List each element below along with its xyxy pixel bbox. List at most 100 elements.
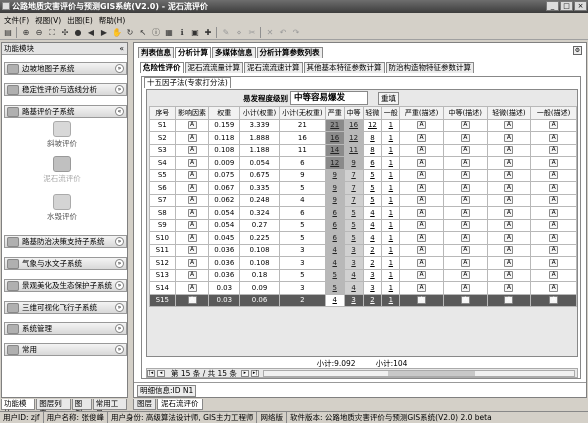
detail-cell[interactable]: A <box>399 268 444 282</box>
detail-cell[interactable]: A <box>174 168 210 182</box>
value-cell[interactable]: 0.062 <box>208 193 241 207</box>
detail-cell[interactable]: A <box>530 268 577 282</box>
value-cell[interactable]: 3 <box>278 243 326 257</box>
detail-icon[interactable]: A <box>417 196 427 205</box>
value-cell[interactable]: 21 <box>324 118 345 132</box>
detail-cell[interactable]: A <box>174 181 210 195</box>
detail-icon[interactable]: A <box>549 271 559 280</box>
value-cell[interactable]: 3 <box>278 256 326 270</box>
detail-icon[interactable]: A <box>187 296 197 305</box>
column-header[interactable]: 一般 <box>381 106 401 120</box>
detail-cell[interactable]: A <box>399 118 444 132</box>
detail-icon[interactable]: A <box>549 146 559 155</box>
detail-cell[interactable]: A <box>174 218 210 232</box>
detail-icon[interactable]: A <box>187 283 197 292</box>
value-cell[interactable]: 9 <box>324 181 345 195</box>
expand-icon[interactable]: » <box>115 281 124 290</box>
column-header[interactable]: 中等(描述) <box>442 106 488 120</box>
detail-cell[interactable]: A <box>399 156 444 170</box>
value-cell[interactable]: 2 <box>362 256 383 270</box>
prev-page-button[interactable]: ◂ <box>157 369 165 377</box>
detail-cell[interactable]: A <box>399 181 444 195</box>
full-extent-icon[interactable]: ⛶ <box>47 28 57 38</box>
value-cell[interactable]: 5 <box>278 218 326 232</box>
value-cell[interactable]: 6 <box>362 156 383 170</box>
detail-cell[interactable]: A <box>399 293 444 307</box>
value-cell[interactable]: 5 <box>324 268 345 282</box>
value-cell[interactable]: 1 <box>381 243 401 257</box>
detail-cell[interactable]: A <box>486 143 532 157</box>
maximize-button[interactable]: □ <box>560 1 573 11</box>
value-cell[interactable]: 8 <box>362 131 383 145</box>
row-id-cell[interactable]: S8 <box>149 206 176 220</box>
detail-cell[interactable]: A <box>530 118 577 132</box>
value-cell[interactable]: 4 <box>362 206 383 220</box>
detail-icon[interactable]: A <box>549 233 559 242</box>
detail-cell[interactable]: A <box>530 206 577 220</box>
row-id-cell[interactable]: S6 <box>149 181 176 195</box>
value-cell[interactable]: 11 <box>343 143 364 157</box>
detail-icon[interactable]: A <box>460 158 470 167</box>
detail-icon[interactable]: A <box>417 158 427 167</box>
detail-icon[interactable]: A <box>187 258 197 267</box>
value-cell[interactable]: 0.036 <box>208 243 241 257</box>
value-cell[interactable]: 16 <box>343 118 364 132</box>
zoom-out-icon[interactable]: ⊖ <box>34 28 44 38</box>
detail-icon[interactable]: A <box>187 271 197 280</box>
detail-icon[interactable]: A <box>504 221 514 230</box>
value-cell[interactable]: 0.036 <box>208 268 241 282</box>
detail-cell[interactable]: A <box>530 256 577 270</box>
detail-icon[interactable]: A <box>504 183 514 192</box>
value-cell[interactable]: 11 <box>278 143 326 157</box>
detail-cell[interactable]: A <box>399 256 444 270</box>
detail-icon[interactable]: A <box>549 221 559 230</box>
refresh-icon[interactable]: ↻ <box>125 28 135 38</box>
detail-icon[interactable]: A <box>417 221 427 230</box>
detail-icon[interactable]: A <box>549 158 559 167</box>
table-row[interactable]: S9 A 0.054 0.27 5 6 5 4 1 A A A A <box>149 218 577 232</box>
value-cell[interactable]: 16 <box>278 131 326 145</box>
value-cell[interactable]: 5 <box>362 193 383 207</box>
detail-cell[interactable]: A <box>442 131 488 145</box>
value-cell[interactable]: 2 <box>362 293 383 307</box>
detail-cell[interactable]: A <box>486 168 532 182</box>
value-cell[interactable]: 5 <box>362 168 383 182</box>
value-cell[interactable]: 3 <box>362 268 383 282</box>
menu-help[interactable]: 帮助(H) <box>99 15 126 26</box>
open-icon[interactable]: ▤ <box>3 28 13 38</box>
table-row[interactable]: S8 A 0.054 0.324 6 6 5 4 1 A A A A <box>149 206 577 220</box>
value-cell[interactable]: 8 <box>362 143 383 157</box>
detail-icon[interactable]: A <box>504 121 514 130</box>
table-row[interactable]: S1 A 0.159 3.339 21 21 16 12 1 A A A A <box>149 118 577 132</box>
value-cell[interactable]: 1 <box>381 143 401 157</box>
detail-cell[interactable]: A <box>174 193 210 207</box>
value-cell[interactable]: 1 <box>381 156 401 170</box>
value-cell[interactable]: 1 <box>381 193 401 207</box>
detail-icon[interactable]: A <box>187 121 197 130</box>
detail-cell[interactable]: A <box>530 168 577 182</box>
first-page-button[interactable]: |◂ <box>147 369 155 377</box>
detail-cell[interactable]: A <box>174 281 210 295</box>
table-row[interactable]: S4 A 0.009 0.054 6 12 9 6 1 A A A A <box>149 156 577 170</box>
table-row[interactable]: S7 A 0.062 0.248 4 9 7 5 1 A A A A <box>149 193 577 207</box>
table-row[interactable]: S5 A 0.075 0.675 9 9 7 5 1 A A A A <box>149 168 577 182</box>
expand-icon[interactable]: » <box>115 303 124 312</box>
section-system-admin[interactable]: 系统管理 » <box>4 322 127 335</box>
edit-icon[interactable]: ✎ <box>221 28 231 38</box>
detail-cell[interactable]: A <box>530 293 577 307</box>
value-cell[interactable]: 0.159 <box>208 118 241 132</box>
value-cell[interactable]: 12 <box>362 118 383 132</box>
value-cell[interactable]: 1 <box>381 231 401 245</box>
detail-icon[interactable]: A <box>504 233 514 242</box>
value-cell[interactable]: 0.03 <box>208 293 241 307</box>
table-row[interactable]: S3 A 0.108 1.188 11 14 11 8 1 A A A A <box>149 143 577 157</box>
detail-cell[interactable]: A <box>442 231 488 245</box>
section-3d-flight[interactable]: 三维可视化飞行子系统 » <box>4 301 127 314</box>
tab-basic-params[interactable]: 其他基本特征参数计算 <box>303 62 385 73</box>
add-data-icon[interactable]: ✚ <box>203 28 213 38</box>
detail-cell[interactable]: A <box>486 243 532 257</box>
detail-icon[interactable]: A <box>460 246 470 255</box>
detail-icon[interactable]: A <box>460 258 470 267</box>
detail-cell[interactable]: A <box>530 218 577 232</box>
detail-cell[interactable]: A <box>530 231 577 245</box>
